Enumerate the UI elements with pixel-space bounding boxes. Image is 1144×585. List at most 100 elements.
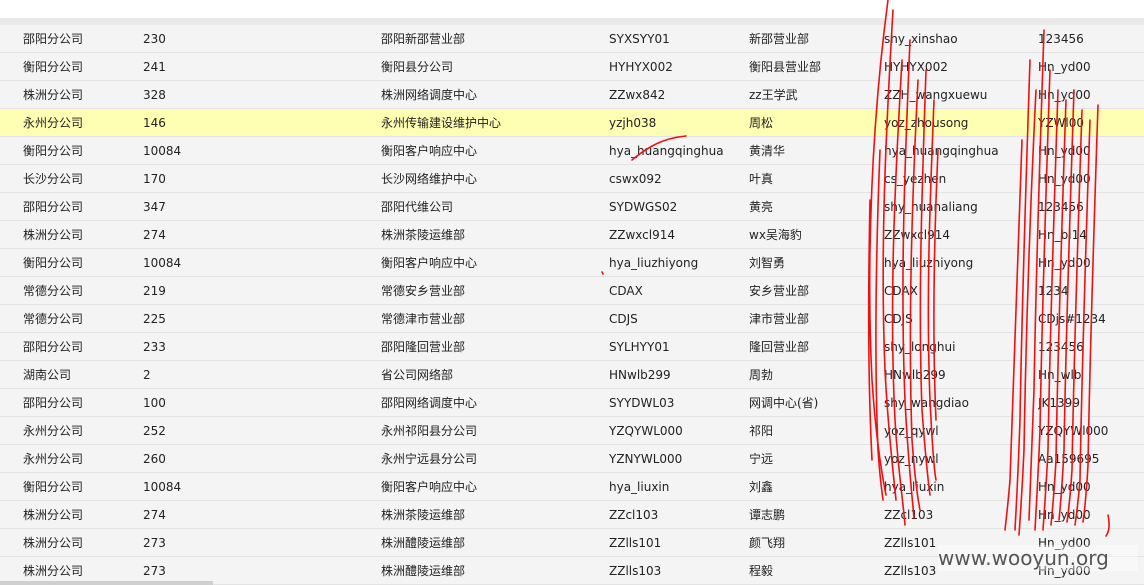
table-row[interactable]: 邵阳分公司 100 邵阳网络调度中心 SYYDWL03 网调中心(省) shy_… [0, 389, 1144, 417]
password-cell: Hn_bl14 [1038, 228, 1087, 242]
top-bar [0, 0, 1144, 18]
code-cell: 10084 [143, 480, 182, 494]
table-row[interactable]: 常德分公司 219 常德安乡营业部 CDAX 安乡营业部 CDAX 1234 [0, 277, 1144, 305]
table-row[interactable]: 永州分公司 252 永州祁阳县分公司 YZQYWL000 祁阳 yoz_qywl… [0, 417, 1144, 445]
department-cell: 邵阳新邵营业部 [381, 32, 466, 46]
login-cell: shy_xinshao [884, 32, 958, 46]
department-cell: 株洲网络调度中心 [381, 88, 478, 102]
name-cell: 黄清华 [749, 144, 786, 158]
department-cell: 邵阳代维公司 [381, 200, 454, 214]
name-cell: wx吴海豹 [749, 228, 802, 242]
department-cell: 永州传输建设维护中心 [381, 116, 502, 130]
login-cell: yoz_qywl [884, 424, 939, 438]
password-cell: YZWl00 [1038, 116, 1085, 130]
account-cell: HYHYX002 [609, 60, 673, 74]
table-row[interactable]: 株洲分公司 274 株洲茶陵运维部 ZZwxcl914 wx吴海豹 ZZwxcl… [0, 221, 1144, 249]
branch-cell: 株洲分公司 [23, 88, 84, 102]
name-cell: 隆回营业部 [749, 340, 810, 354]
password-cell: Hn_yd00 [1038, 144, 1091, 158]
name-cell: 颜飞翔 [749, 536, 786, 550]
table-row[interactable]: 株洲分公司 328 株洲网络调度中心 ZZwx842 zz王学武 ZZH_wan… [0, 81, 1144, 109]
account-cell: hya_huangqinghua [609, 144, 724, 158]
department-cell: 省公司网络部 [381, 368, 454, 382]
department-cell: 常德津市营业部 [381, 312, 466, 326]
code-cell: 273 [143, 536, 166, 550]
table-row[interactable]: 邵阳分公司 233 邵阳隆回营业部 SYLHYY01 隆回营业部 shy_lon… [0, 333, 1144, 361]
login-cell: shy_huanaliang [884, 200, 978, 214]
login-cell: ZZcl103 [884, 508, 934, 522]
name-cell: 程毅 [749, 564, 774, 578]
data-grid: 邵阳分公司 230 邵阳新邵营业部 SYXSYY01 新邵营业部 shy_xin… [0, 25, 1144, 585]
branch-cell: 永州分公司 [23, 116, 84, 130]
password-cell: 123456 [1038, 200, 1084, 214]
watermark: www.wooyun.org [938, 545, 1138, 571]
password-cell: JK1399 [1038, 396, 1080, 410]
branch-cell: 常德分公司 [23, 312, 84, 326]
name-cell: 刘鑫 [749, 480, 774, 494]
table-row[interactable]: 衡阳分公司 10084 衡阳客户响应中心 hya_huangqinghua 黄清… [0, 137, 1144, 165]
table-row[interactable]: 邵阳分公司 230 邵阳新邵营业部 SYXSYY01 新邵营业部 shy_xin… [0, 25, 1144, 53]
account-cell: SYXSYY01 [609, 32, 670, 46]
password-cell: 123456 [1038, 32, 1084, 46]
branch-cell: 长沙分公司 [23, 172, 84, 186]
code-cell: 170 [143, 172, 166, 186]
code-cell: 230 [143, 32, 166, 46]
code-cell: 260 [143, 452, 166, 466]
department-cell: 永州宁远县分公司 [381, 452, 478, 466]
table-row[interactable]: 湖南公司 2 省公司网络部 HNwlb299 周勃 HNwlb299 Hn_wl… [0, 361, 1144, 389]
table-row[interactable]: 永州分公司 260 永州宁远县分公司 YZNYWL000 宁远 yoz_nywl… [0, 445, 1144, 473]
code-cell: 274 [143, 508, 166, 522]
department-cell: 株洲茶陵运维部 [381, 228, 466, 242]
department-cell: 株洲醴陵运维部 [381, 536, 466, 550]
table-row-selected[interactable]: 永州分公司 146 永州传输建设维护中心 yzjh038 周松 yoz_zhou… [0, 109, 1144, 137]
branch-cell: 邵阳分公司 [23, 340, 84, 354]
password-cell: Hn_yd00 [1038, 60, 1091, 74]
login-cell: yoz_nywl [884, 452, 939, 466]
name-cell: 津市营业部 [749, 312, 810, 326]
branch-cell: 衡阳分公司 [23, 144, 84, 158]
table-row[interactable]: 衡阳分公司 10084 衡阳客户响应中心 hya_liuxin 刘鑫 hya_l… [0, 473, 1144, 501]
name-cell: 周松 [749, 116, 774, 130]
code-cell: 10084 [143, 256, 182, 270]
table-row[interactable]: 长沙分公司 170 长沙网络维护中心 cswx092 叶真 cs_yezhen … [0, 165, 1144, 193]
account-cell: ZZlls101 [609, 536, 662, 550]
department-cell: 衡阳县分公司 [381, 60, 454, 74]
account-cell: YZQYWL000 [609, 424, 683, 438]
code-cell: 252 [143, 424, 166, 438]
code-cell: 347 [143, 200, 166, 214]
branch-cell: 永州分公司 [23, 424, 84, 438]
password-cell: 1234 [1038, 284, 1069, 298]
name-cell: 谭志鹏 [749, 508, 786, 522]
table-row[interactable]: 衡阳分公司 241 衡阳县分公司 HYHYX002 衡阳县营业部 HYHYX00… [0, 53, 1144, 81]
password-cell: 123456 [1038, 340, 1084, 354]
name-cell: 网调中心(省) [749, 396, 819, 410]
table-row[interactable]: 常德分公司 225 常德津市营业部 CDJS 津市营业部 CDJS CDjs#1… [0, 305, 1144, 333]
branch-cell: 湖南公司 [23, 368, 72, 382]
name-cell: 叶真 [749, 172, 774, 186]
horizontal-scrollbar[interactable] [0, 581, 213, 585]
department-cell: 株洲醴陵运维部 [381, 564, 466, 578]
code-cell: 241 [143, 60, 166, 74]
login-cell: ZZwxcl914 [884, 228, 950, 242]
account-cell: ZZlls103 [609, 564, 662, 578]
account-cell: SYLHYY01 [609, 340, 670, 354]
name-cell: 刘智勇 [749, 256, 786, 270]
login-cell: hya_huangqinghua [884, 144, 999, 158]
password-cell: Hn_yd00 [1038, 88, 1091, 102]
login-cell: hya_liuzhiyong [884, 256, 974, 270]
password-cell: Hn_yd00 [1038, 256, 1091, 270]
name-cell: 新邵营业部 [749, 32, 810, 46]
login-cell: cs_yezhen [884, 172, 947, 186]
branch-cell: 株洲分公司 [23, 228, 84, 242]
department-cell: 株洲茶陵运维部 [381, 508, 466, 522]
table-row[interactable]: 邵阳分公司 347 邵阳代维公司 SYDWGS02 黄亮 shy_huanali… [0, 193, 1144, 221]
table-row[interactable]: 株洲分公司 274 株洲茶陵运维部 ZZcl103 谭志鹏 ZZcl103 Hn… [0, 501, 1144, 529]
header-strip [0, 18, 1144, 25]
password-cell: Hn_yd00 [1038, 172, 1091, 186]
code-cell: 100 [143, 396, 166, 410]
account-cell: ZZwxcl914 [609, 228, 675, 242]
code-cell: 2 [143, 368, 151, 382]
table-row[interactable]: 衡阳分公司 10084 衡阳客户响应中心 hya_liuzhiyong 刘智勇 … [0, 249, 1144, 277]
login-cell: CDJS [884, 312, 913, 326]
account-cell: hya_liuzhiyong [609, 256, 699, 270]
